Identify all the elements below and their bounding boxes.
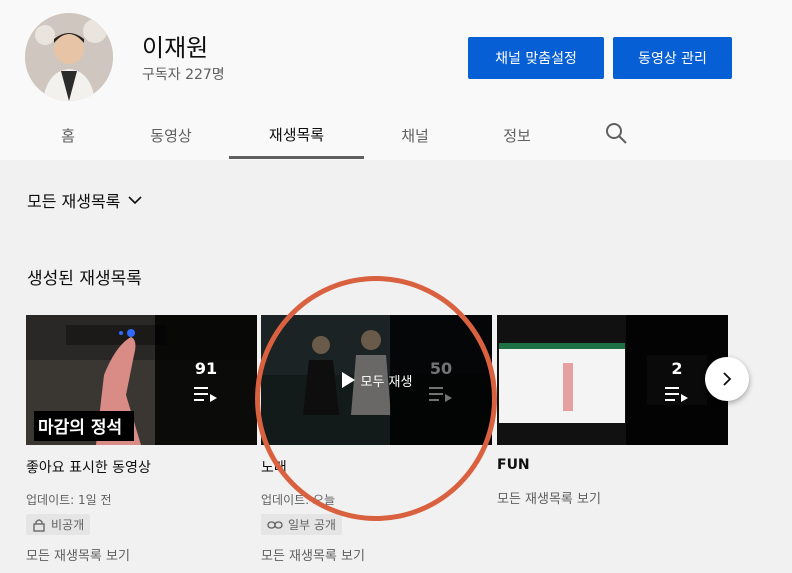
playlist-title[interactable]: 노래 — [261, 457, 492, 477]
chevron-right-icon — [723, 372, 732, 386]
privacy-label: 일부 공개 — [288, 518, 336, 532]
subscriber-count: 구독자 227명 — [142, 67, 225, 83]
playlist-card: 2 FUN 모든 재생목록 보기 — [497, 315, 728, 507]
playlist-icon — [665, 386, 688, 402]
tab-about[interactable]: 정보 — [492, 112, 542, 158]
playlist-icon — [194, 386, 217, 402]
playlist-title[interactable]: FUN — [497, 457, 728, 473]
play-all-label: 모두 재생 — [360, 374, 413, 390]
thumbnail-caption: 마감의 정석 — [38, 418, 122, 438]
playlist-card: 마감의 정석 91 좋아요 표시한 동영상 업데이트: 1일 전 비공개 모든 … — [26, 315, 257, 564]
video-count: 91 — [194, 358, 218, 378]
playlist-title[interactable]: 좋아요 표시한 동영상 — [26, 457, 257, 477]
next-arrow-button[interactable] — [705, 357, 749, 401]
channel-header: 이재원 구독자 227명 채널 맞춤설정 동영상 관리 홈 동영상 재생목록 채… — [0, 0, 792, 160]
link-icon — [267, 520, 283, 529]
playlist-thumbnail[interactable]: 마감의 정석 91 — [26, 315, 257, 445]
privacy-badge: 비공개 — [26, 514, 91, 535]
manage-videos-button[interactable]: 동영상 관리 — [613, 37, 732, 79]
tab-videos[interactable]: 동영상 — [140, 112, 202, 158]
search-icon[interactable] — [604, 121, 628, 145]
channel-tabs: 홈 동영상 재생목록 채널 정보 — [0, 112, 792, 160]
view-full-playlist-link[interactable]: 모든 재생목록 보기 — [261, 545, 492, 564]
privacy-badge: 일부 공개 — [261, 514, 342, 535]
channel-name: 이재원 — [142, 34, 209, 62]
customize-channel-button[interactable]: 채널 맞춤설정 — [468, 37, 604, 79]
view-full-playlist-link[interactable]: 모든 재생목록 보기 — [497, 488, 728, 507]
lock-icon — [33, 518, 45, 532]
playlist-updated: 업데이트: 오늘 — [261, 493, 336, 507]
section-title: 생성된 재생목록 — [27, 269, 142, 289]
filter-label: 모든 재생목록 — [27, 192, 121, 211]
tab-playlists[interactable]: 재생목록 — [229, 112, 364, 159]
playlist-count-overlay: 91 — [155, 315, 257, 445]
playlist-thumbnail[interactable]: 50 모두 재생 — [261, 315, 492, 445]
view-full-playlist-link[interactable]: 모든 재생목록 보기 — [26, 545, 257, 564]
channel-avatar[interactable] — [25, 13, 113, 101]
playlist-updated: 업데이트: 1일 전 — [26, 493, 112, 507]
playlist-card: 50 모두 재생 노래 업데이트: 오늘 일부 공개 모든 재생목록 보기 — [261, 315, 492, 564]
chevron-down-icon — [128, 196, 142, 205]
video-count: 2 — [671, 358, 683, 378]
play-icon — [341, 372, 355, 388]
tab-channels[interactable]: 채널 — [390, 112, 440, 158]
tab-home[interactable]: 홈 — [50, 112, 86, 158]
playlist-thumbnail[interactable]: 2 — [497, 315, 728, 445]
privacy-label: 비공개 — [51, 518, 85, 532]
play-all-hover[interactable]: 모두 재생 — [261, 315, 492, 445]
playlist-filter-dropdown[interactable]: 모든 재생목록 — [27, 188, 144, 212]
